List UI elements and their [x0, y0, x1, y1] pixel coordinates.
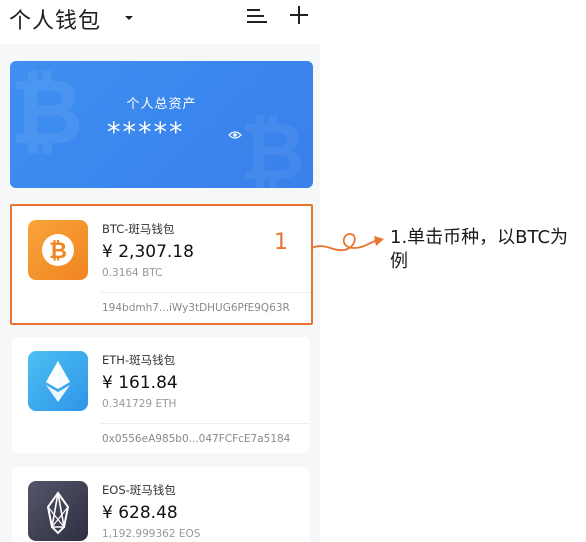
- wallet-card-btc[interactable]: ₿ BTC-斑马钱包 ¥ 2,307.18 0.3164 BTC 194bdmh…: [10, 204, 313, 325]
- wallet-coin-amount: 1,192.999362 EOS: [102, 528, 201, 540]
- svg-text:₿: ₿: [10, 61, 83, 165]
- page-title[interactable]: 个人钱包: [9, 3, 101, 35]
- wallet-card-eth[interactable]: ETH-斑马钱包 ¥ 161.84 0.341729 ETH 0x0556eA9…: [12, 337, 310, 453]
- wallet-card-eos[interactable]: EOS-斑马钱包 ¥ 628.48 1,192.999362 EOS: [12, 467, 310, 542]
- total-assets-card: ₿ ₿ 个人总资产 *****: [10, 61, 313, 188]
- ethereum-icon: [28, 351, 88, 411]
- chevron-down-icon[interactable]: [123, 12, 135, 24]
- total-assets-value: *****: [107, 117, 185, 148]
- wallet-name: BTC-斑马钱包: [102, 222, 175, 236]
- wallet-fiat-value: ¥ 2,307.18: [102, 242, 194, 262]
- wallet-name: EOS-斑马钱包: [102, 483, 176, 497]
- screenshot-stage: 个人钱包 ₿ ₿ 个人总资产 ***** ₿ BTC-斑马钱包 ¥ 2,307.…: [0, 0, 586, 542]
- step-number-label: 1: [274, 230, 288, 255]
- wallet-fiat-value: ¥ 628.48: [102, 503, 178, 523]
- plus-icon[interactable]: [290, 6, 308, 24]
- eos-icon: [28, 481, 88, 541]
- bitcoin-icon: ₿: [28, 220, 88, 280]
- top-bar: 个人钱包: [0, 0, 320, 44]
- wallet-app-screen: 个人钱包 ₿ ₿ 个人总资产 ***** ₿ BTC-斑马钱包 ¥ 2,307.…: [0, 0, 320, 542]
- wallet-address: 0x0556eA985b0...047FCFcE7a5184: [102, 433, 291, 445]
- wallet-coin-amount: 0.341729 ETH: [102, 398, 177, 410]
- menu-icon[interactable]: [247, 7, 267, 25]
- svg-text:₿: ₿: [49, 239, 67, 264]
- annotation-text: 1.单击币种，以BTC为例: [390, 227, 569, 272]
- wallet-address: 194bdmh7...iWy3tDHUG6PfE9Q63R: [102, 302, 290, 314]
- divider: [100, 292, 311, 293]
- wallet-fiat-value: ¥ 161.84: [102, 373, 178, 393]
- total-assets-label: 个人总资产: [126, 97, 197, 112]
- svg-text:₿: ₿: [240, 105, 305, 188]
- wallet-name: ETH-斑马钱包: [102, 353, 176, 367]
- annotation-arrow-icon: [311, 233, 384, 252]
- eye-icon[interactable]: [228, 130, 242, 140]
- divider: [100, 423, 310, 424]
- wallet-coin-amount: 0.3164 BTC: [102, 267, 163, 279]
